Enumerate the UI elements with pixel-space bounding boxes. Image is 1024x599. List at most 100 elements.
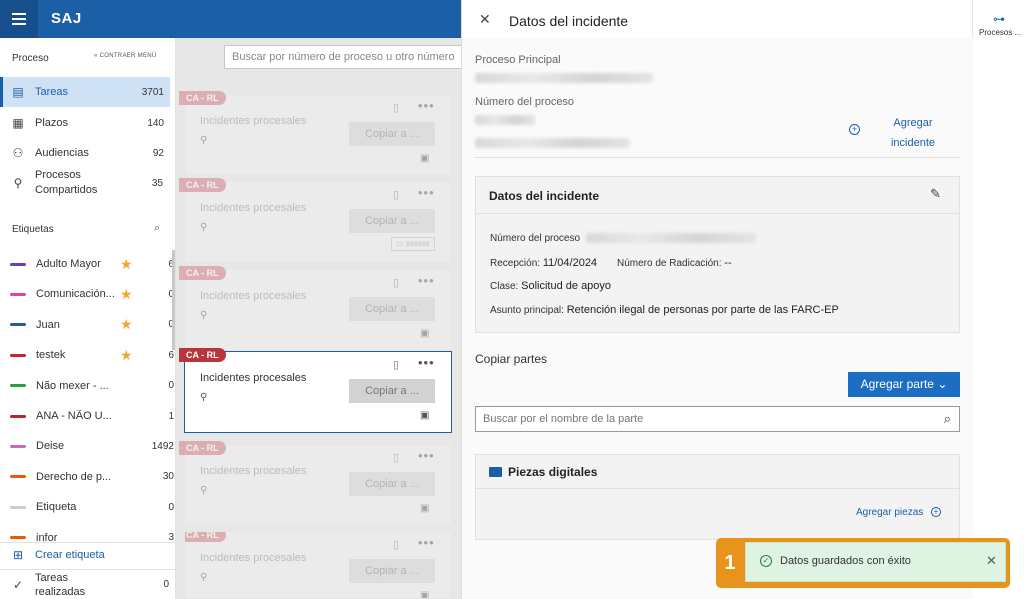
tag-count: 0 (168, 501, 174, 513)
incident-data-box: Datos del incidente ✎ Número del proceso… (475, 176, 960, 333)
copy-to-button[interactable]: Copiar a ... (349, 209, 435, 233)
tag-item[interactable]: Não mexer - ... 0 (0, 371, 176, 401)
copy-to-button[interactable]: Copiar a ... (349, 122, 435, 146)
sidebar-item-count: 3701 (141, 86, 164, 98)
tag-count: 0 (168, 380, 174, 392)
panel-body: Proceso Principal Número del proceso + A… (462, 38, 973, 599)
tasks-icon: ▤ (12, 85, 24, 99)
edit-icon[interactable]: ✎ (930, 186, 941, 202)
tag-item[interactable]: ANA - NÃO U... 1 (0, 401, 176, 431)
copy-to-button[interactable]: Copiar a ... (349, 379, 435, 403)
task-card[interactable]: CA - RL ▯ ••• Incidentes procesales ⚲ Copiar … (179, 348, 452, 433)
party-search-input[interactable]: Buscar por el nombre de la parte ⌕ (475, 406, 960, 432)
tag-search-icon[interactable]: ⌕ (154, 222, 160, 235)
copy-to-button[interactable]: Copiar a ... (349, 559, 435, 583)
more-icon[interactable]: ••• (418, 273, 435, 288)
search-icon[interactable]: ⌕ (944, 411, 951, 427)
tag-color-swatch (10, 384, 26, 388)
done-tasks-item[interactable]: ✓ Tareas realizadas 0 (0, 569, 176, 599)
toast-close-icon[interactable]: ✕ (986, 553, 997, 569)
task-card[interactable]: CA - RL ▯ ••• Incidentes procesales ⚲ Copiar … (184, 531, 452, 599)
add-circle-icon[interactable]: + (931, 507, 941, 517)
tag-item[interactable]: testek ★ 6 (0, 340, 176, 370)
add-party-button[interactable]: Agregar parte ⌄ (848, 372, 960, 397)
process-number-redacted-1 (475, 115, 535, 125)
star-icon[interactable]: ★ (120, 316, 136, 333)
process-tree-icon[interactable]: ⊶ (993, 12, 1005, 26)
sidebar-item-tareas[interactable]: ▤ Tareas 3701 (0, 77, 170, 107)
document-icon[interactable]: ▯ (393, 538, 399, 551)
class-field: Clase: Solicitud de apoyo (490, 280, 611, 292)
tag-label: Derecho de p... (36, 470, 112, 483)
close-icon[interactable]: ✕ (479, 11, 491, 28)
more-icon[interactable]: ••• (418, 448, 435, 463)
more-icon[interactable]: ••• (418, 98, 435, 113)
tag-color-swatch (10, 323, 26, 327)
create-tag-button[interactable]: ⊞ Crear etiqueta (0, 542, 176, 566)
sidebar-item-label: Tareas (35, 85, 69, 98)
sidebar-item-label: Audiencias (35, 146, 89, 159)
tag-item[interactable]: Deise 1492 (0, 431, 176, 461)
process-number-redacted-2 (475, 138, 630, 148)
document-icon[interactable]: ▯ (393, 276, 399, 289)
create-tag-label: Crear etiqueta (35, 548, 105, 561)
more-icon[interactable]: ••• (418, 355, 435, 370)
star-icon[interactable]: ★ (120, 286, 136, 303)
card-title: Incidentes procesales (200, 115, 307, 127)
success-toast: ✓ Datos guardados con éxito ✕ (745, 542, 1006, 582)
tag-item[interactable]: Adulto Mayor ★6 (0, 249, 176, 279)
reception-field: Recepción: 11/04/2024 (490, 257, 597, 269)
tag-item[interactable]: Comunicación... ★0 (0, 279, 176, 309)
add-pieces-button[interactable]: Agregar piezas (856, 507, 923, 518)
done-tasks-count: 0 (163, 579, 169, 590)
shared-icon: ⚲ (13, 176, 23, 190)
more-icon[interactable]: ••• (418, 185, 435, 200)
collapse-menu-button[interactable]: « CONTRAER MENÚ (94, 53, 157, 59)
task-card[interactable]: CA - RL ▯ ••• Incidentes procesales ⚲ Copiar … (179, 441, 452, 526)
sidebar-item-plazos[interactable]: ▦ Plazos 140 (0, 108, 170, 138)
card-title: Incidentes procesales (200, 202, 307, 214)
collapse-menu-label: CONTRAER MENÚ (99, 53, 157, 59)
pieces-header: Piezas digitales (476, 455, 959, 489)
tag-color-swatch (10, 262, 26, 266)
rail-label[interactable]: Procesos ... (979, 28, 1021, 37)
copy-to-button[interactable]: Copiar a ... (349, 297, 435, 321)
task-card[interactable]: CA - RL ▯ ••• Incidentes procesales ⚲ Copiar … (179, 266, 452, 351)
sidebar-item-count: 140 (147, 117, 164, 129)
document-icon[interactable]: ▯ (393, 358, 399, 371)
process-search-input[interactable]: Buscar por número de proceso u otro núme… (224, 45, 474, 69)
pieces-title: Piezas digitales (508, 465, 598, 479)
star-icon[interactable]: ★ (120, 256, 136, 273)
card-title: Incidentes procesales (200, 465, 307, 477)
menu-icon[interactable] (0, 0, 38, 38)
add-circle-icon[interactable]: + (849, 124, 860, 135)
card-title: Incidentes procesales (200, 372, 307, 384)
tag-item[interactable]: Derecho de p... 30 (0, 462, 176, 492)
main-process-value-redacted (475, 73, 653, 83)
document-icon[interactable]: ▯ (393, 188, 399, 201)
card-tag: CA - RL (179, 441, 226, 455)
tag-item[interactable]: Juan ★0 (0, 310, 176, 340)
tag-label: Comunicación... (36, 288, 115, 301)
sidebar-item-audiencias[interactable]: ⚇ Audiencias 92 (0, 138, 170, 168)
add-incident-button[interactable]: Agregar incidente (880, 113, 946, 153)
card-tag: CA - RL (179, 178, 226, 192)
task-card[interactable]: CA - RL ▯ ••• Incidentes procesales ⚲ Copiar … (179, 178, 452, 263)
tag-color-swatch (10, 414, 26, 418)
sidebar-scrollbar[interactable] (172, 250, 175, 350)
document-icon[interactable]: ▯ (393, 451, 399, 464)
tag-label: Adulto Mayor (36, 258, 101, 270)
more-icon[interactable]: ••• (418, 535, 435, 550)
star-icon[interactable]: ★ (120, 347, 136, 364)
copy-to-button[interactable]: Copiar a ... (349, 472, 435, 496)
document-icon[interactable]: ▯ (393, 101, 399, 114)
calendar-icon: ▦ (12, 116, 24, 130)
tag-item[interactable]: Etiqueta 0 (0, 492, 176, 522)
task-card[interactable]: CA - RL ▯ ••• Incidentes procesales ⚲ Copiar … (179, 91, 452, 176)
toast-message: Datos guardados con éxito (780, 555, 911, 567)
subject-field: Asunto principal: Retención ilegal de pe… (490, 304, 839, 316)
tag-label: Etiqueta (36, 501, 77, 514)
sidebar-item-procesos-compartidos[interactable]: ⚲ Procesos Compartidos 35 (0, 168, 170, 198)
radication-field: Número de Radicación: -- (617, 257, 732, 269)
tag-label: Juan (36, 318, 60, 331)
